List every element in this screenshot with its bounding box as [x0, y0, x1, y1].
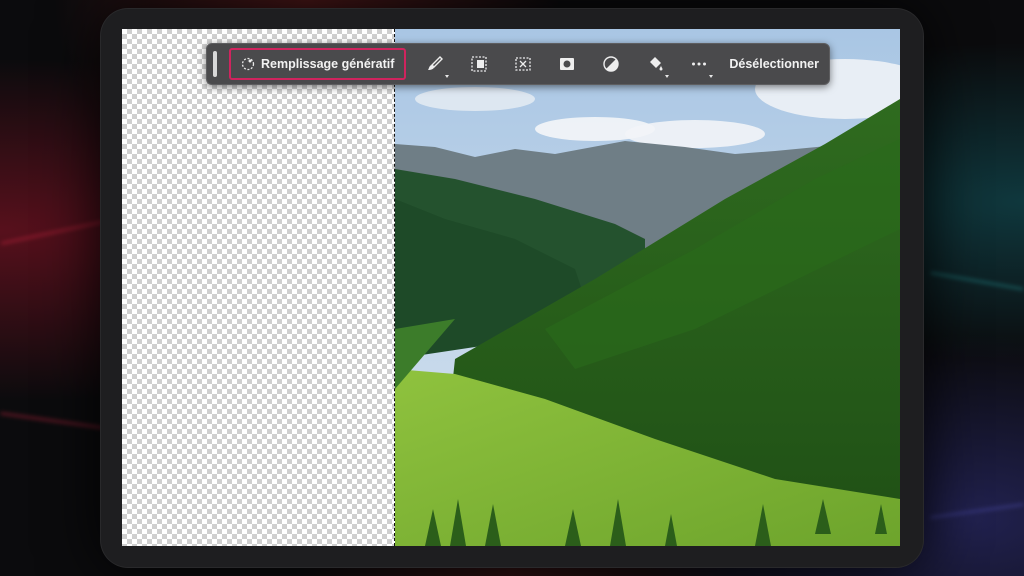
- brush-icon: [428, 56, 444, 70]
- crop-selection-button[interactable]: [508, 49, 538, 79]
- chevron-down-icon: [445, 75, 450, 78]
- transparent-selection-area[interactable]: [122, 29, 395, 546]
- chevron-down-icon: [709, 75, 714, 78]
- generative-fill-icon: [241, 57, 255, 71]
- fill-bucket-button[interactable]: [640, 49, 670, 79]
- adjustment-button[interactable]: [596, 49, 626, 79]
- mask-button[interactable]: [552, 49, 582, 79]
- more-options-button[interactable]: [684, 49, 714, 79]
- contextual-task-bar: Remplissage génératif Désélectionner: [206, 43, 830, 85]
- document-canvas[interactable]: [122, 29, 900, 546]
- transform-selection-icon: [471, 56, 488, 72]
- more-options-icon: [692, 62, 707, 66]
- fill-bucket-icon: [650, 57, 663, 71]
- adjustment-icon: [603, 56, 620, 72]
- drag-handle[interactable]: [213, 51, 217, 77]
- brush-tool-button[interactable]: [420, 49, 450, 79]
- crop-selection-icon: [515, 57, 532, 71]
- deselect-button[interactable]: Désélectionner: [729, 57, 819, 71]
- selection-marquee: [394, 29, 395, 546]
- generative-fill-label: Remplissage génératif: [261, 57, 395, 71]
- mask-icon: [560, 58, 575, 70]
- chevron-down-icon: [665, 75, 670, 78]
- transform-selection-button[interactable]: [464, 49, 494, 79]
- landscape-photo: [395, 29, 900, 546]
- generative-fill-button[interactable]: Remplissage génératif: [229, 48, 407, 80]
